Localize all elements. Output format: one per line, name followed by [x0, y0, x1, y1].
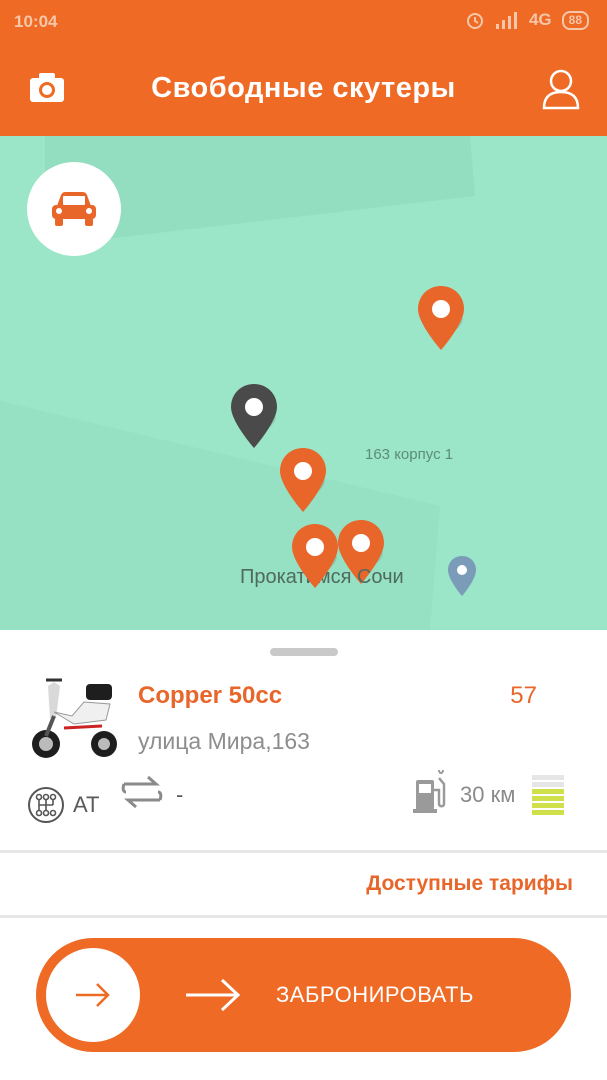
swap-value: - — [176, 782, 184, 807]
car-icon — [52, 192, 96, 226]
transmission-icon — [28, 787, 64, 823]
swipe-knob[interactable] — [46, 948, 140, 1042]
book-button[interactable]: ЗАБРОНИРОВАТЬ — [36, 938, 571, 1052]
status-icons: 4G 88 — [465, 10, 589, 30]
transmission-type: AT — [73, 792, 100, 817]
camera-icon[interactable] — [28, 70, 66, 108]
scooter-marker[interactable] — [412, 282, 472, 356]
place-pin-icon[interactable] — [446, 554, 478, 598]
scooter-image — [32, 678, 117, 758]
vehicle-type-button[interactable] — [27, 162, 121, 256]
profile-icon[interactable] — [541, 68, 581, 110]
alarm-icon — [466, 13, 483, 29]
status-time: 10:04 — [14, 12, 58, 31]
sheet-drag-handle[interactable] — [270, 648, 338, 656]
app-header: 10:04 4G 88 Свободные скутеры — [0, 0, 607, 136]
scooter-marker-selected[interactable] — [225, 380, 285, 454]
available-tariffs-link[interactable]: Доступные тарифы — [366, 872, 573, 896]
map-label-building: 163 корпус 1 — [365, 446, 454, 463]
divider — [0, 850, 607, 853]
arrow-right-icon — [186, 978, 241, 1012]
scooter-name: Copper 50cc — [138, 682, 283, 709]
status-bar: 10:04 4G 88 — [0, 0, 607, 44]
scooter-address: улица Мира,163 — [138, 728, 310, 754]
battery-indicator: 88 — [561, 10, 589, 30]
scooter-marker[interactable] — [286, 520, 346, 594]
swap-arrows-icon — [121, 775, 163, 809]
network-type: 4G — [528, 10, 552, 29]
divider — [0, 915, 607, 918]
charge-level-indicator — [532, 775, 564, 817]
range-value: 30 км — [460, 782, 516, 807]
scooter-number: 57 — [510, 682, 537, 709]
fuel-pump-icon — [413, 769, 446, 813]
scooter-marker[interactable] — [274, 444, 334, 518]
book-button-label: ЗАБРОНИРОВАТЬ — [276, 982, 474, 1007]
page-title: Свободные скутеры — [151, 72, 456, 104]
signal-icon — [495, 12, 517, 29]
arrow-right-icon — [76, 983, 110, 1007]
